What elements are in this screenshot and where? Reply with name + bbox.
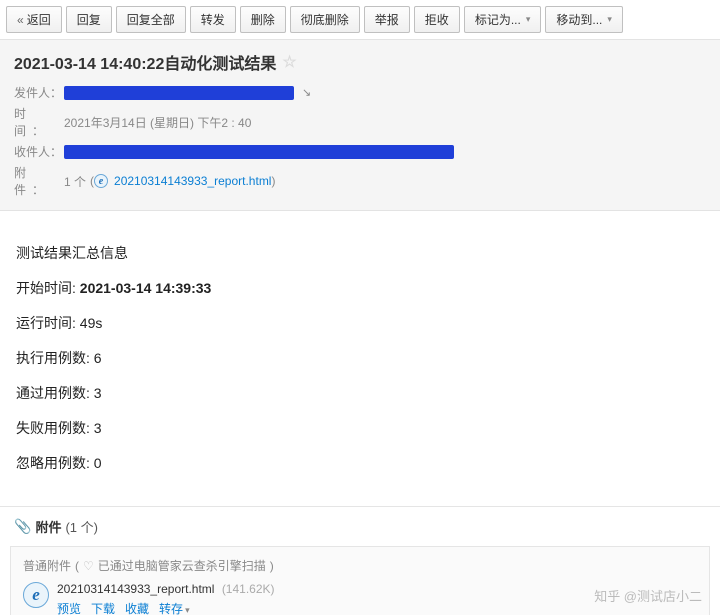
star-icon[interactable]: ☆ [282, 52, 296, 72]
exec-count-value: 6 [94, 350, 102, 366]
time-value: 2021年3月14日 (星期日) 下午2 : 40 [64, 114, 251, 131]
forward-button[interactable]: 转发 [190, 6, 236, 33]
from-label: 发件人： [14, 84, 64, 101]
pass-count-label: 通过用例数: [16, 385, 90, 401]
message-body: 测试结果汇总信息 开始时间: 2021-03-14 14:39:33 运行时间:… [0, 211, 720, 506]
download-link[interactable]: 下载 [91, 600, 115, 615]
skip-count-label: 忽略用例数: [16, 455, 90, 471]
forward-attachment-dropdown[interactable]: 转存 [159, 600, 190, 615]
back-button[interactable]: 返回 [6, 6, 62, 33]
paperclip-icon: 📎 [14, 518, 31, 535]
run-time-value: 49s [80, 315, 103, 331]
delete-button[interactable]: 删除 [240, 6, 286, 33]
start-time-label: 开始时间: [16, 280, 76, 296]
toolbar: 返回 回复 回复全部 转发 删除 彻底删除 举报 拒收 标记为... 移动到..… [0, 0, 720, 39]
watermark: 知乎 @测试店小二 [594, 586, 702, 605]
delete-permanent-button[interactable]: 彻底删除 [290, 6, 360, 33]
ie-file-icon: e [23, 582, 49, 608]
attachment-count: 1 个 [64, 173, 86, 190]
report-button[interactable]: 举报 [364, 6, 410, 33]
attachment-label: 附件： [14, 164, 64, 198]
reject-button[interactable]: 拒收 [414, 6, 460, 33]
normal-attachment-label: 普通附件 [23, 557, 71, 574]
meta-block: 发件人： ↘ 时间： 2021年3月14日 (星期日) 下午2 : 40 收件人… [14, 82, 706, 200]
attachment-link[interactable]: 20210314143933_report.html [114, 174, 271, 188]
preview-link[interactable]: 预览 [57, 600, 81, 615]
attachment-filename[interactable]: 20210314143933_report.html [57, 582, 214, 596]
attachments-title: 附件 [35, 517, 61, 536]
fail-count-label: 失败用例数: [16, 420, 90, 436]
fail-count-value: 3 [94, 420, 102, 436]
subject-line: 2021-03-14 14:40:22自动化测试结果 ☆ [14, 50, 706, 74]
shield-icon: ♡ [83, 559, 94, 573]
skip-count-value: 0 [94, 455, 102, 471]
subject-text: 2021-03-14 14:40:22自动化测试结果 [14, 50, 276, 74]
summary-title: 测试结果汇总信息 [16, 243, 704, 264]
message-header: 2021-03-14 14:40:22自动化测试结果 ☆ 发件人： ↘ 时间： … [0, 39, 720, 211]
ie-icon: e [94, 174, 108, 188]
scan-note: 已通过电脑管家云查杀引擎扫描 [98, 557, 266, 574]
reply-button[interactable]: 回复 [66, 6, 112, 33]
attachment-filesize: (141.62K) [222, 582, 275, 596]
mark-as-dropdown[interactable]: 标记为... [464, 6, 542, 33]
pass-count-value: 3 [94, 385, 102, 401]
from-value-redacted [64, 86, 294, 100]
favorite-link[interactable]: 收藏 [125, 600, 149, 615]
to-value-redacted [64, 145, 454, 159]
to-label: 收件人： [14, 143, 64, 160]
move-to-dropdown[interactable]: 移动到... [545, 6, 623, 33]
contact-arrow-icon[interactable]: ↘ [302, 86, 311, 99]
time-label: 时间： [14, 105, 64, 139]
reply-all-button[interactable]: 回复全部 [116, 6, 186, 33]
run-time-label: 运行时间: [16, 315, 76, 331]
exec-count-label: 执行用例数: [16, 350, 90, 366]
attachments-count: (1 个) [65, 517, 98, 536]
start-time-value: 2021-03-14 14:39:33 [80, 280, 212, 296]
